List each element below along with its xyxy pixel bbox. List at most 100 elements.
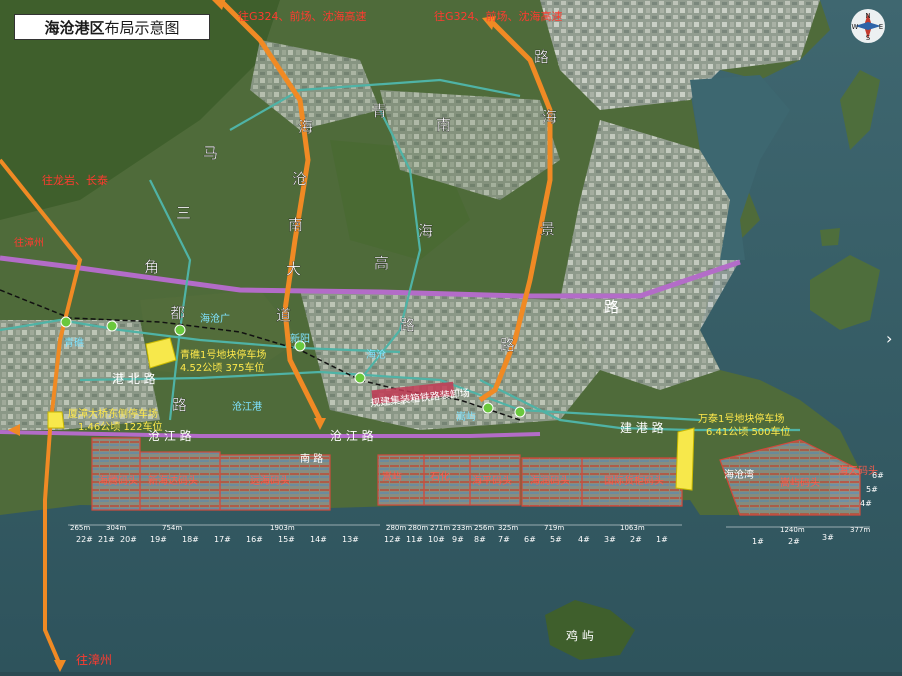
title-bold: 海沧港区 [44, 18, 105, 37]
berth-0: 22# [76, 535, 93, 544]
road-char-qing: 青 [372, 102, 387, 120]
berth-8: 14# [310, 535, 327, 544]
road-char-nan2: 南 [436, 116, 451, 134]
berth-13: 9# [452, 535, 464, 544]
road-char-da: 大 [286, 260, 301, 278]
terminal-label-0: 海腾码头 [98, 474, 138, 487]
area-nanchang: 海沧广 [200, 312, 230, 325]
road-char-ma: 马 [203, 144, 218, 162]
road-char-san: 三 [176, 204, 191, 222]
berth-10: 12# [384, 535, 401, 544]
terminal-label-5: 海平码头 [472, 474, 512, 487]
road-char-lu5: 路 [604, 298, 619, 316]
road-char-hai3: 海 [542, 108, 557, 126]
area-canjiang-port: 沧江港 [232, 400, 262, 413]
parking-qingtie-line2: 4.52公顷 375车位 [180, 361, 265, 374]
road-char-lu3: 路 [534, 48, 549, 66]
berth-2: 20# [120, 535, 137, 544]
parking-zone2-line2: 6.41公顷 500车位 [706, 425, 791, 438]
berth-24: 3# [822, 533, 834, 542]
length-6: 271m [430, 524, 450, 532]
label-to-zhangzhou-south: 往漳州 [76, 652, 112, 667]
compass-e: E [879, 23, 883, 31]
parking-xiadaqiao-line2: 1.46公顷 122车位 [78, 420, 163, 433]
berth-1: 21# [98, 535, 115, 544]
compass-n: N [865, 12, 870, 20]
berth-19: 3# [604, 535, 616, 544]
berth-17: 5# [550, 535, 562, 544]
urban-area-central [300, 290, 600, 430]
port-yard-1 [92, 438, 140, 510]
road-char-du: 都 [170, 304, 185, 322]
title-rest: 布局示意图 [104, 18, 180, 37]
terminal-label-2: 远海码头 [250, 474, 290, 487]
area-songyu: 嵩屿 [456, 411, 476, 423]
berth-27: 6# [872, 471, 884, 480]
terminal-label-7: 国际货柜码头 [604, 474, 664, 487]
berth-4: 18# [182, 535, 199, 544]
road-char-dao: 道 [276, 306, 291, 324]
length-4: 280m [386, 524, 406, 532]
berth-20: 2# [630, 535, 642, 544]
road-char-gao: 高 [374, 254, 389, 272]
road-char-nan: 南 [288, 216, 303, 234]
road-char-hai: 海 [298, 118, 313, 136]
terminal-label-1: 新海达码头 [148, 474, 198, 487]
area-xinyang: 新阳 [290, 332, 310, 345]
berth-23: 2# [788, 537, 800, 546]
parking-zone2-line1: 万泰1号地块停车场 [698, 412, 784, 425]
terminal-label-3: 嵩屿 [382, 471, 402, 483]
berth-21: 1# [656, 535, 668, 544]
berth-12: 10# [428, 535, 445, 544]
length-12: 1240m [780, 526, 805, 534]
berth-25: 4# [860, 499, 872, 508]
parking-qingtie-line1: 青礁1号地块停车场 [180, 348, 266, 361]
area-qinghu: 青礁 [64, 336, 84, 349]
berth-7: 15# [278, 535, 295, 544]
berth-22: 1# [752, 537, 764, 546]
road-gangbei: 港 北 路 [112, 371, 156, 386]
length-8: 256m [474, 524, 494, 532]
berth-3: 19# [150, 535, 167, 544]
road-char-lu4: 路 [500, 336, 515, 354]
berth-9: 13# [342, 535, 359, 544]
label-to-longyan: 往龙岩、长泰 [42, 173, 108, 187]
road-canjiang-east: 沧 江 路 [330, 428, 374, 443]
port-layout-map: N S E W › 往G324、前场、沈海高速 往G324、前场、沈海高速 往龙… [0, 0, 902, 672]
road-char-cang: 沧 [292, 170, 307, 188]
terminal-label-4: 石化 [430, 470, 450, 483]
next-arrow-icon[interactable]: › [886, 329, 892, 348]
map-canvas: N S E W › 往G324、前场、沈海高速 往G324、前场、沈海高速 往龙… [0, 0, 902, 672]
area-haicang-bay: 海沧湾 [724, 468, 754, 481]
road-char-jing: 景 [540, 220, 555, 238]
length-0: 265m [70, 524, 90, 532]
parking-xiadaqiao-line1: 厦漳大桥东侧停车场 [68, 407, 158, 420]
area-haicang: 海沧 [366, 348, 386, 361]
compass-icon: N S E W [851, 9, 885, 43]
length-5: 280m [408, 524, 428, 532]
berth-5: 17# [214, 535, 231, 544]
road-jiangnan: 南 路 [300, 452, 323, 465]
road-char-jiao: 角 [144, 258, 159, 276]
parking-zone2 [675, 427, 695, 491]
terminal-label-9: 嵩屿码头 [780, 477, 820, 489]
island-small [820, 228, 840, 246]
length-3: 1903m [270, 524, 295, 532]
length-1: 304m [106, 524, 126, 532]
area-jiyu: 鸡 屿 [566, 628, 594, 643]
berth-11: 11# [406, 535, 423, 544]
berth-18: 4# [578, 535, 590, 544]
berth-6: 16# [246, 535, 263, 544]
berth-15: 7# [498, 535, 510, 544]
parking-xiadaqiao [47, 411, 65, 429]
length-10: 719m [544, 524, 564, 532]
road-jiangang: 建 港 路 [620, 420, 664, 435]
berth-16: 6# [524, 535, 536, 544]
berth-26: 5# [866, 485, 878, 494]
label-to-g324-left: 往G324、前场、沈海高速 [238, 9, 367, 23]
compass-w: W [852, 23, 859, 31]
berth-14: 8# [474, 535, 486, 544]
length-2: 754m [162, 524, 182, 532]
length-11: 1063m [620, 524, 645, 532]
road-char-hai2: 海 [418, 222, 433, 240]
